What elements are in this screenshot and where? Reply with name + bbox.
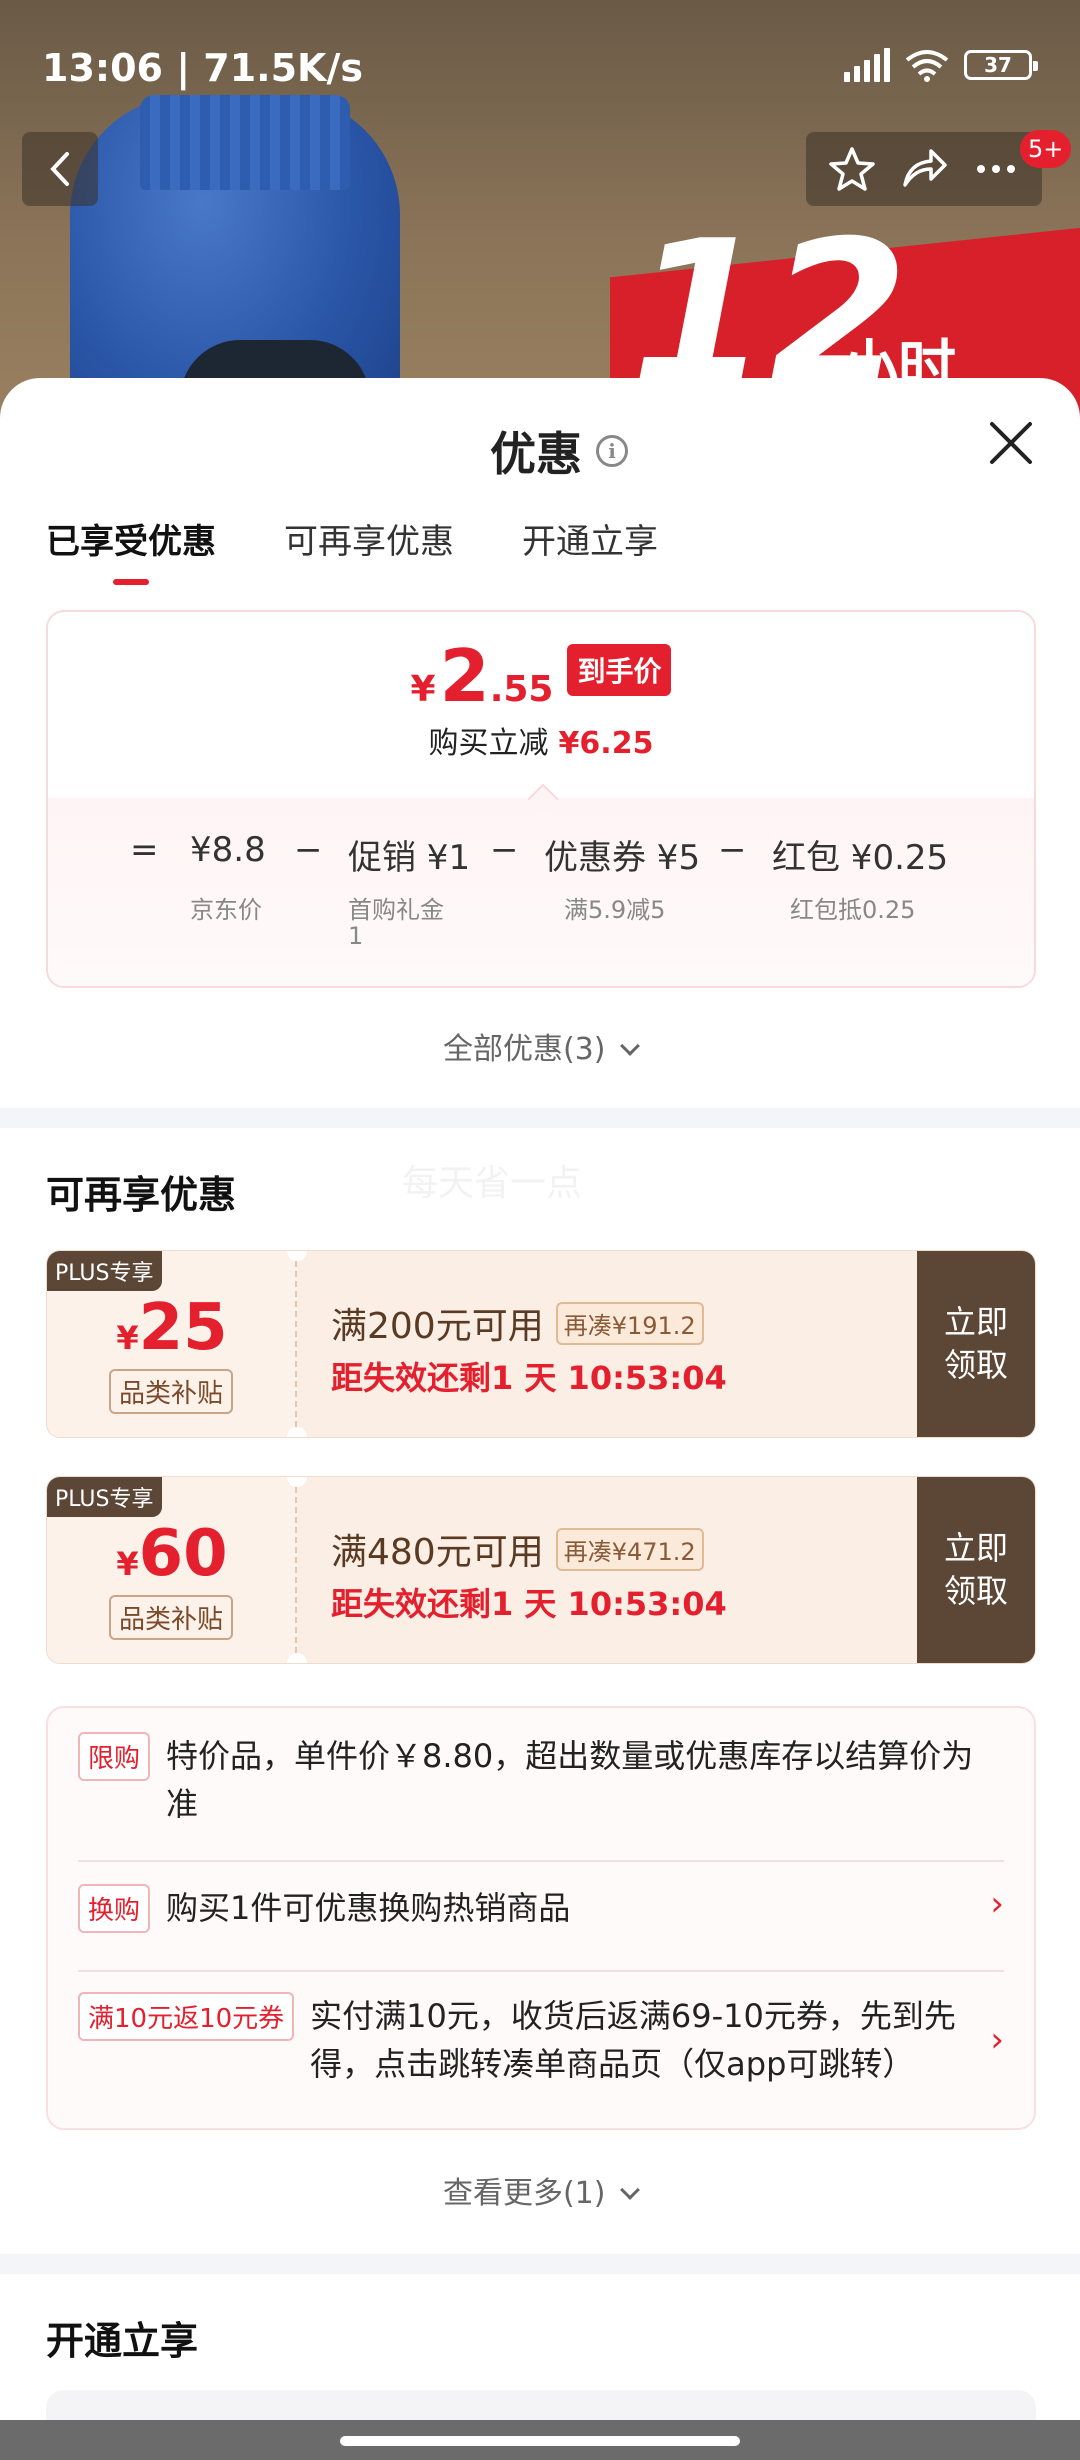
claim-coupon-button[interactable]: 立即领取: [917, 1251, 1035, 1437]
status-icons: 37: [844, 48, 1038, 82]
cell-signal-icon: [844, 48, 890, 82]
chevron-right-icon: ›: [990, 2020, 1004, 2060]
coupon-notch: [287, 1427, 307, 1437]
all-offers-link[interactable]: 全部优惠(3): [0, 1024, 1080, 1068]
list-item: 限购 特价品，单件价￥8.80，超出数量或优惠库存以结算价为准: [78, 1732, 1004, 1828]
calc-promo-label: 首购礼金: [348, 896, 444, 924]
coupon-card: PLUS专享 ¥25 品类补贴 满200元可用 再凑¥191.2 距失效还剩1 …: [46, 1250, 1036, 1438]
chevron-down-icon: [620, 2180, 640, 2200]
sheet-title: 优惠: [490, 427, 582, 481]
coupon-condition-text: 满200元可用: [331, 1306, 544, 1347]
coupon-amount: ¥60: [47, 1517, 297, 1591]
section-divider: [0, 2254, 1080, 2274]
offers-sheet: 优惠 i 已享受优惠 可再享优惠 开通立享 ¥ 2 .55 到手价 购买立减 ¥6…: [0, 378, 1080, 2460]
final-price: ¥ 2 .55 到手价: [48, 640, 1034, 712]
coupon-kind: 品类补贴: [109, 1369, 234, 1414]
calc-red-packet-label: 红包抵0.25: [790, 896, 916, 924]
price-integer: 2: [439, 634, 490, 718]
coupon-currency: ¥: [116, 1319, 139, 1357]
chevron-down-icon: [620, 1036, 640, 1056]
coupon-condition: 满200元可用 再凑¥191.2: [331, 1297, 704, 1349]
calc-coupon: 优惠券 ¥5: [544, 838, 701, 878]
plus-tag: PLUS专享: [47, 1251, 162, 1291]
watermark: 每天省一点: [402, 1163, 583, 1204]
coupon-expire: 距失效还剩1 天 10:53:04: [331, 1585, 727, 1623]
calc-minus: −: [718, 830, 747, 870]
info-tag-exchange: 换购: [78, 1884, 151, 1933]
claim-coupon-button[interactable]: 立即领取: [917, 1477, 1035, 1663]
info-icon[interactable]: i: [596, 435, 628, 467]
coupon-condition-text: 满480元可用: [331, 1532, 544, 1573]
section-title-more-offers: 可再享优惠: [46, 1173, 237, 1217]
offer-tabs: 已享受优惠 可再享优惠 开通立享: [46, 514, 658, 585]
calc-coupon-label: 满5.9减5: [564, 896, 666, 924]
claim-label: 立即领取: [943, 1528, 1008, 1610]
section-title-open-enjoy: 开通立享: [46, 2319, 199, 2363]
info-text: 购买1件可优惠换购热销商品: [166, 1889, 571, 1927]
coupon-kind: 品类补贴: [109, 1595, 234, 1640]
notification-badge: 5+: [1020, 130, 1072, 168]
see-more-link[interactable]: 查看更多(1): [0, 2168, 1080, 2212]
home-indicator[interactable]: [340, 2436, 740, 2446]
close-icon[interactable]: [986, 418, 1036, 468]
star-icon[interactable]: [827, 145, 877, 193]
calc-promo-label-2: 1: [348, 922, 364, 950]
calc-promo: 促销 ¥1: [348, 838, 471, 878]
tab-enjoyed[interactable]: 已享受优惠: [46, 514, 216, 585]
section-divider: [0, 1108, 1080, 1128]
more-icon[interactable]: [971, 145, 1021, 193]
final-price-tag: 到手价: [567, 644, 672, 696]
wifi-icon: [905, 50, 949, 82]
share-icon[interactable]: [899, 145, 949, 193]
info-tag-rebate: 满10元返10元券: [78, 1992, 295, 2041]
list-item[interactable]: 满10元返10元券 实付满10元，收货后返满69-10元券，先到先得，点击跳转凑…: [78, 1992, 1004, 2088]
plus-tag: PLUS专享: [47, 1477, 162, 1517]
sheet-header: 优惠 i: [490, 418, 628, 484]
chevron-left-icon: [50, 152, 69, 186]
reduce-label: 购买立减: [428, 726, 549, 761]
info-text: 实付满10元，收货后返满69-10元券，先到先得，点击跳转凑单商品页（仅app可…: [310, 1997, 956, 2083]
coupon-need: 再凑¥471.2: [555, 1527, 704, 1571]
reduce-line: 购买立减 ¥6.25: [48, 718, 1034, 762]
divider: [78, 1860, 1004, 1862]
info-tag-limit: 限购: [78, 1732, 151, 1781]
calc-jd-price-label: 京东价: [190, 896, 262, 924]
coupon-amount-number: 25: [138, 1291, 228, 1365]
back-button[interactable]: [22, 132, 98, 206]
calc-equals: =: [130, 830, 159, 870]
coupon-condition: 满480元可用 再凑¥471.2: [331, 1523, 704, 1575]
divider: [78, 1970, 1004, 1972]
calc-red-packet: 红包 ¥0.25: [772, 838, 949, 878]
calc-minus: −: [294, 830, 323, 870]
price-decimal: .55: [489, 669, 554, 710]
coupon-currency: ¥: [116, 1545, 139, 1583]
calc-jd-price: ¥8.8: [190, 830, 266, 870]
price-currency: ¥: [410, 669, 436, 710]
tab-more-offers[interactable]: 可再享优惠: [284, 514, 454, 585]
calc-minus: −: [490, 830, 519, 870]
see-more-label: 查看更多(1): [442, 2176, 606, 2211]
status-time: 13:06 | 71.5K/s: [42, 46, 363, 90]
coupon-card: PLUS专享 ¥60 品类补贴 满480元可用 再凑¥471.2 距失效还剩1 …: [46, 1476, 1036, 1664]
tab-open-enjoy[interactable]: 开通立享: [522, 514, 658, 585]
price-card: ¥ 2 .55 到手价 购买立减 ¥6.25 = ¥8.8 − 促销 ¥1 − 优…: [46, 610, 1036, 988]
coupon-need: 再凑¥191.2: [555, 1301, 704, 1345]
coupon-amount-number: 60: [138, 1517, 228, 1591]
coupon-notch: [287, 1653, 307, 1663]
reduce-value: ¥6.25: [558, 726, 654, 761]
list-item[interactable]: 换购 购买1件可优惠换购热销商品 ›: [78, 1884, 1004, 1933]
coupon-expire: 距失效还剩1 天 10:53:04: [331, 1359, 727, 1397]
all-offers-label: 全部优惠(3): [442, 1032, 606, 1067]
action-bar: [806, 132, 1042, 206]
offer-info-list: 限购 特价品，单件价￥8.80，超出数量或优惠库存以结算价为准 换购 购买1件可…: [46, 1706, 1036, 2130]
claim-label: 立即领取: [943, 1302, 1008, 1384]
info-text: 特价品，单件价￥8.80，超出数量或优惠库存以结算价为准: [166, 1737, 974, 1823]
bottle-cap: [140, 95, 350, 190]
coupon-amount: ¥25: [47, 1291, 297, 1365]
battery-icon: 37: [964, 50, 1038, 80]
chevron-right-icon: ›: [990, 1884, 1004, 1924]
